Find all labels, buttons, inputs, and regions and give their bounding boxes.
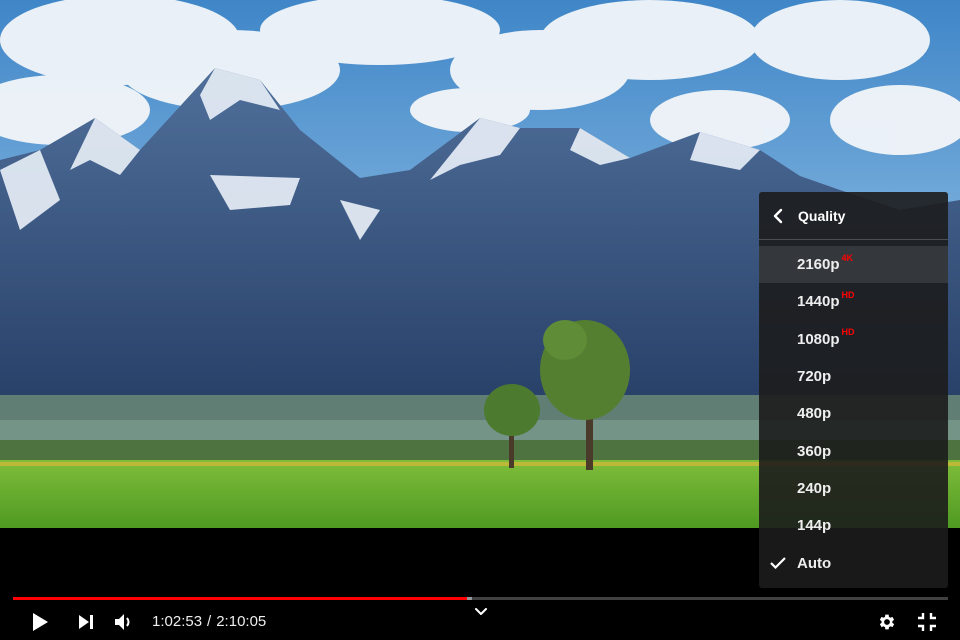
- quality-option-label: 144p: [797, 517, 832, 535]
- volume-icon: [114, 613, 134, 631]
- settings-button[interactable]: [872, 603, 902, 640]
- quality-option[interactable]: 144p: [759, 507, 948, 544]
- play-icon: [31, 612, 49, 632]
- chevron-left-icon: [773, 206, 787, 226]
- quality-options-list: 2160p 4K 1440p HD 1080p HD 720p 480p 360p 240p 144…: [759, 240, 948, 582]
- time-display: 1:02:53 / 2:10:05: [152, 603, 266, 640]
- quality-badge: 4K: [841, 252, 854, 263]
- quality-menu-back-button[interactable]: Quality: [759, 192, 948, 240]
- next-icon: [78, 614, 94, 630]
- next-button[interactable]: [72, 603, 100, 640]
- progress-played: [13, 597, 468, 600]
- chapter-expand-button[interactable]: [470, 597, 492, 627]
- quality-option-label: 2160p: [797, 256, 840, 274]
- quality-option-label: 480p: [797, 405, 832, 423]
- quality-option[interactable]: 480p: [759, 395, 948, 432]
- quality-badge: HD: [841, 289, 855, 300]
- gear-icon: [877, 612, 897, 632]
- quality-option[interactable]: 720p: [759, 358, 948, 395]
- quality-option[interactable]: 240p: [759, 470, 948, 507]
- time-separator: /: [207, 613, 212, 630]
- quality-option-label: 1440p: [797, 293, 840, 311]
- chevron-down-icon: [475, 608, 487, 616]
- quality-option-label: Auto: [797, 554, 832, 572]
- quality-option[interactable]: 360p: [759, 432, 948, 469]
- quality-option[interactable]: 2160p 4K: [759, 246, 948, 284]
- current-time: 1:02:53: [152, 613, 203, 630]
- quality-option[interactable]: 1440p HD: [759, 283, 948, 320]
- quality-menu-title: Quality: [798, 207, 846, 224]
- exit-fullscreen-icon: [917, 612, 937, 632]
- quality-option-label: 240p: [797, 479, 832, 497]
- quality-option[interactable]: 1080p HD: [759, 321, 948, 358]
- checkmark-icon: [770, 544, 786, 581]
- exit-fullscreen-button[interactable]: [912, 603, 942, 640]
- quality-option[interactable]: Auto: [759, 544, 948, 581]
- quality-menu: Quality 2160p 4K 1440p HD 1080p HD 720p 480p 360…: [759, 192, 948, 588]
- player-controls: 1:02:53 / 2:10:05: [0, 603, 960, 640]
- quality-option-label: 360p: [797, 442, 832, 460]
- quality-option-label: 1080p: [797, 330, 840, 348]
- mute-button[interactable]: [110, 603, 138, 640]
- quality-option-label: 720p: [797, 368, 832, 386]
- duration: 2:10:05: [216, 613, 267, 630]
- quality-badge: HD: [841, 327, 855, 338]
- play-button[interactable]: [24, 603, 56, 640]
